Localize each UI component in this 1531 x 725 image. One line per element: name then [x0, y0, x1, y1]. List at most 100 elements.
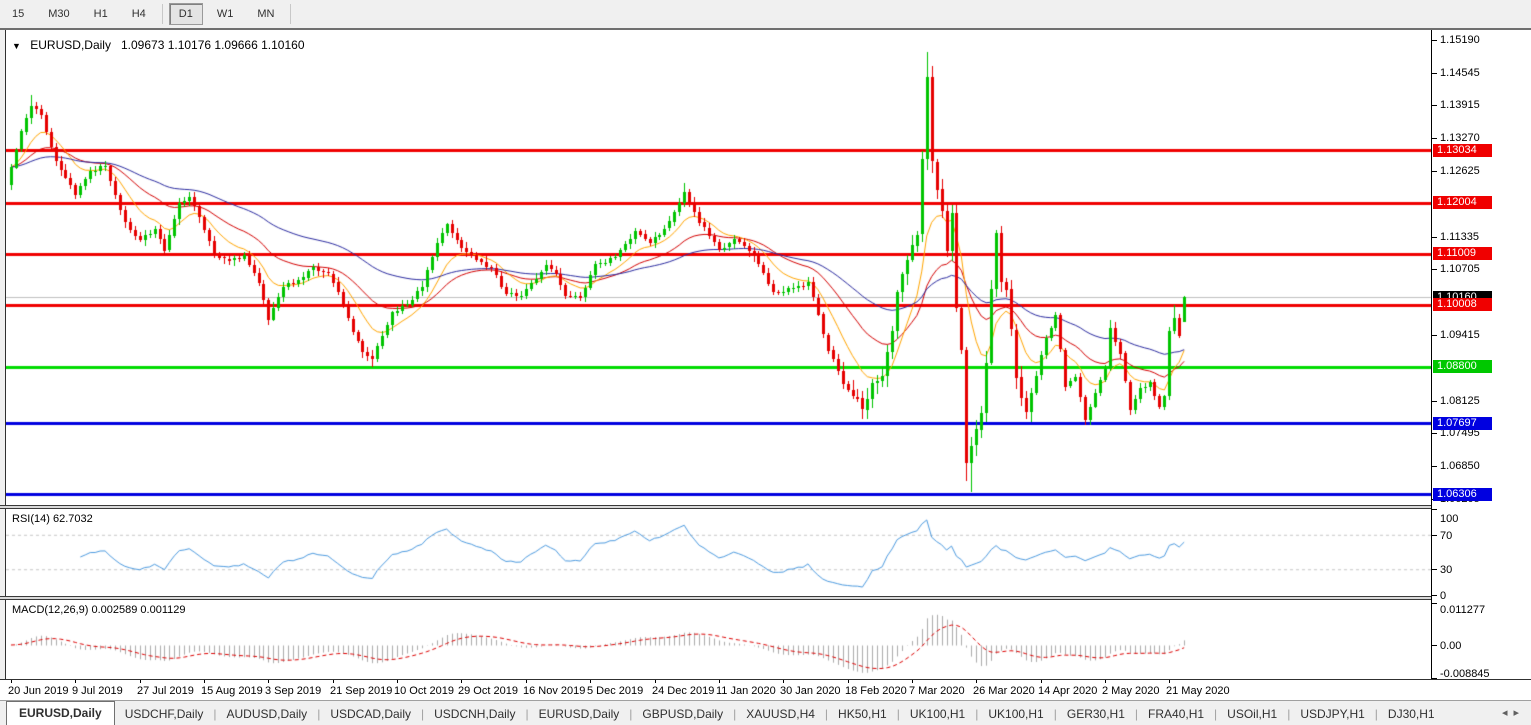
time-axis-label: 5 Dec 2019	[587, 685, 643, 697]
timeframe-button-15[interactable]: 15	[2, 3, 34, 25]
time-axis-label: 16 Nov 2019	[523, 685, 585, 697]
time-axis-tick	[912, 680, 913, 683]
price-axis-label: 1.13915	[1440, 99, 1480, 111]
chart-tab-usdchf-daily[interactable]: USDCHF,Daily	[115, 704, 214, 724]
dropdown-triangle-icon[interactable]: ▼	[12, 41, 21, 51]
timeframe-toolbar: 15M30H1H4 D1W1MN	[0, 0, 1531, 29]
rsi-label: RSI(14) 62.7032	[12, 513, 93, 525]
time-axis-label: 7 Mar 2020	[909, 685, 965, 697]
tab-nav: ◂▸	[1502, 706, 1525, 719]
price-axis-label: 1.09415	[1440, 329, 1480, 341]
tab-scroll-right-icon[interactable]: ▸	[1513, 707, 1525, 719]
chart-tab-hk50-h1[interactable]: HK50,H1	[828, 704, 897, 724]
time-axis-label: 29 Oct 2019	[458, 685, 518, 697]
tab-scroll-left-icon[interactable]: ◂	[1502, 707, 1514, 719]
timeframe-button-h1[interactable]: H1	[84, 3, 118, 25]
chart-tab-eurusd-daily[interactable]: EURUSD,Daily	[6, 701, 115, 725]
time-axis-tick	[1169, 680, 1170, 683]
macd-axis-label: 0.011277	[1440, 604, 1485, 616]
chart-tab-ger30-h1[interactable]: GER30,H1	[1057, 704, 1135, 724]
axis-tick-mark	[1432, 535, 1437, 536]
time-axis-label: 24 Dec 2019	[652, 685, 714, 697]
macd-label: MACD(12,26,9) 0.002589 0.001129	[12, 604, 185, 616]
axis-tick-mark	[1432, 509, 1437, 510]
chart-tab-uk100-h1[interactable]: UK100,H1	[900, 704, 975, 724]
terminal-window: 15M30H1H4 D1W1MN ▼ EURUSD,Daily 1.09673 1…	[0, 0, 1531, 725]
chart-tab-usoil-h1[interactable]: USOil,H1	[1217, 704, 1287, 724]
chart-tab-usdcad-daily[interactable]: USDCAD,Daily	[320, 704, 421, 724]
axis-tick-mark	[1432, 603, 1437, 604]
timeframe-button-d1[interactable]: D1	[169, 3, 203, 25]
time-axis-label: 2 May 2020	[1102, 685, 1159, 697]
axis-tick-mark	[1432, 433, 1437, 434]
time-axis-tick	[526, 680, 527, 683]
time-axis-label: 21 May 2020	[1166, 685, 1230, 697]
time-axis-tick	[333, 680, 334, 683]
toolbar-separator	[290, 4, 291, 24]
pane-separator[interactable]	[0, 505, 1431, 509]
level-price-badge: 1.10008	[1433, 298, 1492, 311]
axis-tick-mark	[1432, 40, 1437, 41]
chart-tab-dj30-h1[interactable]: DJ30,H1	[1378, 704, 1445, 724]
time-axis-tick	[461, 680, 462, 683]
time-axis-label: 10 Oct 2019	[394, 685, 454, 697]
time-axis-label: 15 Aug 2019	[201, 685, 263, 697]
chart-tab-usdcnh-daily[interactable]: USDCNH,Daily	[424, 704, 525, 724]
price-axis[interactable]: 1.151901.145451.139151.132701.126251.113…	[1431, 30, 1531, 679]
time-axis-tick	[848, 680, 849, 683]
price-axis-label: 1.10705	[1440, 263, 1480, 275]
time-axis-tick	[976, 680, 977, 683]
time-axis-label: 30 Jan 2020	[780, 685, 841, 697]
chart-tab-usdjpy-h1[interactable]: USDJPY,H1	[1290, 704, 1374, 724]
axis-tick-mark	[1432, 73, 1437, 74]
toolbar-separator	[162, 4, 163, 24]
time-axis-label: 11 Jan 2020	[716, 685, 776, 697]
chart-ohlc-values: 1.09673 1.10176 1.09666 1.10160	[121, 38, 305, 52]
rsi-indicator-canvas[interactable]	[6, 509, 1431, 596]
axis-tick-mark	[1432, 401, 1437, 402]
axis-tick-mark	[1432, 138, 1437, 139]
time-axis-tick	[11, 680, 12, 683]
axis-tick-mark	[1432, 171, 1437, 172]
time-axis-label: 3 Sep 2019	[265, 685, 321, 697]
price-axis-label: 1.13270	[1440, 132, 1480, 144]
chart-tab-eurusd-daily[interactable]: EURUSD,Daily	[529, 704, 630, 724]
time-axis-tick	[140, 680, 141, 683]
price-axis-label: 1.08125	[1440, 395, 1480, 407]
timeframe-button-h4[interactable]: H4	[122, 3, 156, 25]
chart-tab-audusd-daily[interactable]: AUDUSD,Daily	[217, 704, 318, 724]
chart-tab-fra40-h1[interactable]: FRA40,H1	[1138, 704, 1214, 724]
axis-tick-mark	[1432, 569, 1437, 570]
pane-separator[interactable]	[0, 596, 1431, 600]
time-axis-tick	[783, 680, 784, 683]
price-axis-label: 1.12625	[1440, 165, 1480, 177]
chart-tab-uk100-h1[interactable]: UK100,H1	[978, 704, 1053, 724]
time-axis-label: 14 Apr 2020	[1038, 685, 1097, 697]
rsi-axis-label: 100	[1440, 513, 1458, 525]
time-axis-label: 21 Sep 2019	[330, 685, 392, 697]
chart-tab-gbpusd-daily[interactable]: GBPUSD,Daily	[632, 704, 733, 724]
time-axis-tick	[268, 680, 269, 683]
timeframe-button-m30[interactable]: M30	[38, 3, 79, 25]
time-axis-tick	[75, 680, 76, 683]
timeframe-button-w1[interactable]: W1	[207, 3, 244, 25]
price-chart-canvas[interactable]	[6, 32, 1431, 505]
axis-tick-mark	[1432, 335, 1437, 336]
chart-tab-xauusd-h4[interactable]: XAUUSD,H4	[736, 704, 825, 724]
macd-indicator-canvas[interactable]	[6, 600, 1431, 679]
chart-tab-bar: EURUSD,DailyUSDCHF,Daily|AUDUSD,Daily|US…	[0, 700, 1531, 725]
time-axis-tick	[397, 680, 398, 683]
time-axis-tick	[1105, 680, 1106, 683]
price-axis-label: 1.11335	[1440, 231, 1479, 243]
level-price-badge: 1.07697	[1433, 417, 1492, 430]
axis-tick-mark	[1432, 269, 1437, 270]
time-axis-tick	[1041, 680, 1042, 683]
window-left-border	[0, 30, 6, 679]
rsi-axis-label: 30	[1440, 564, 1452, 576]
time-axis-label: 18 Feb 2020	[845, 685, 907, 697]
axis-tick-mark	[1432, 595, 1437, 596]
level-price-badge: 1.06306	[1433, 488, 1492, 501]
timeframe-button-mn[interactable]: MN	[247, 3, 284, 25]
time-axis-tick	[590, 680, 591, 683]
macd-axis-label: 0.00	[1440, 640, 1461, 652]
